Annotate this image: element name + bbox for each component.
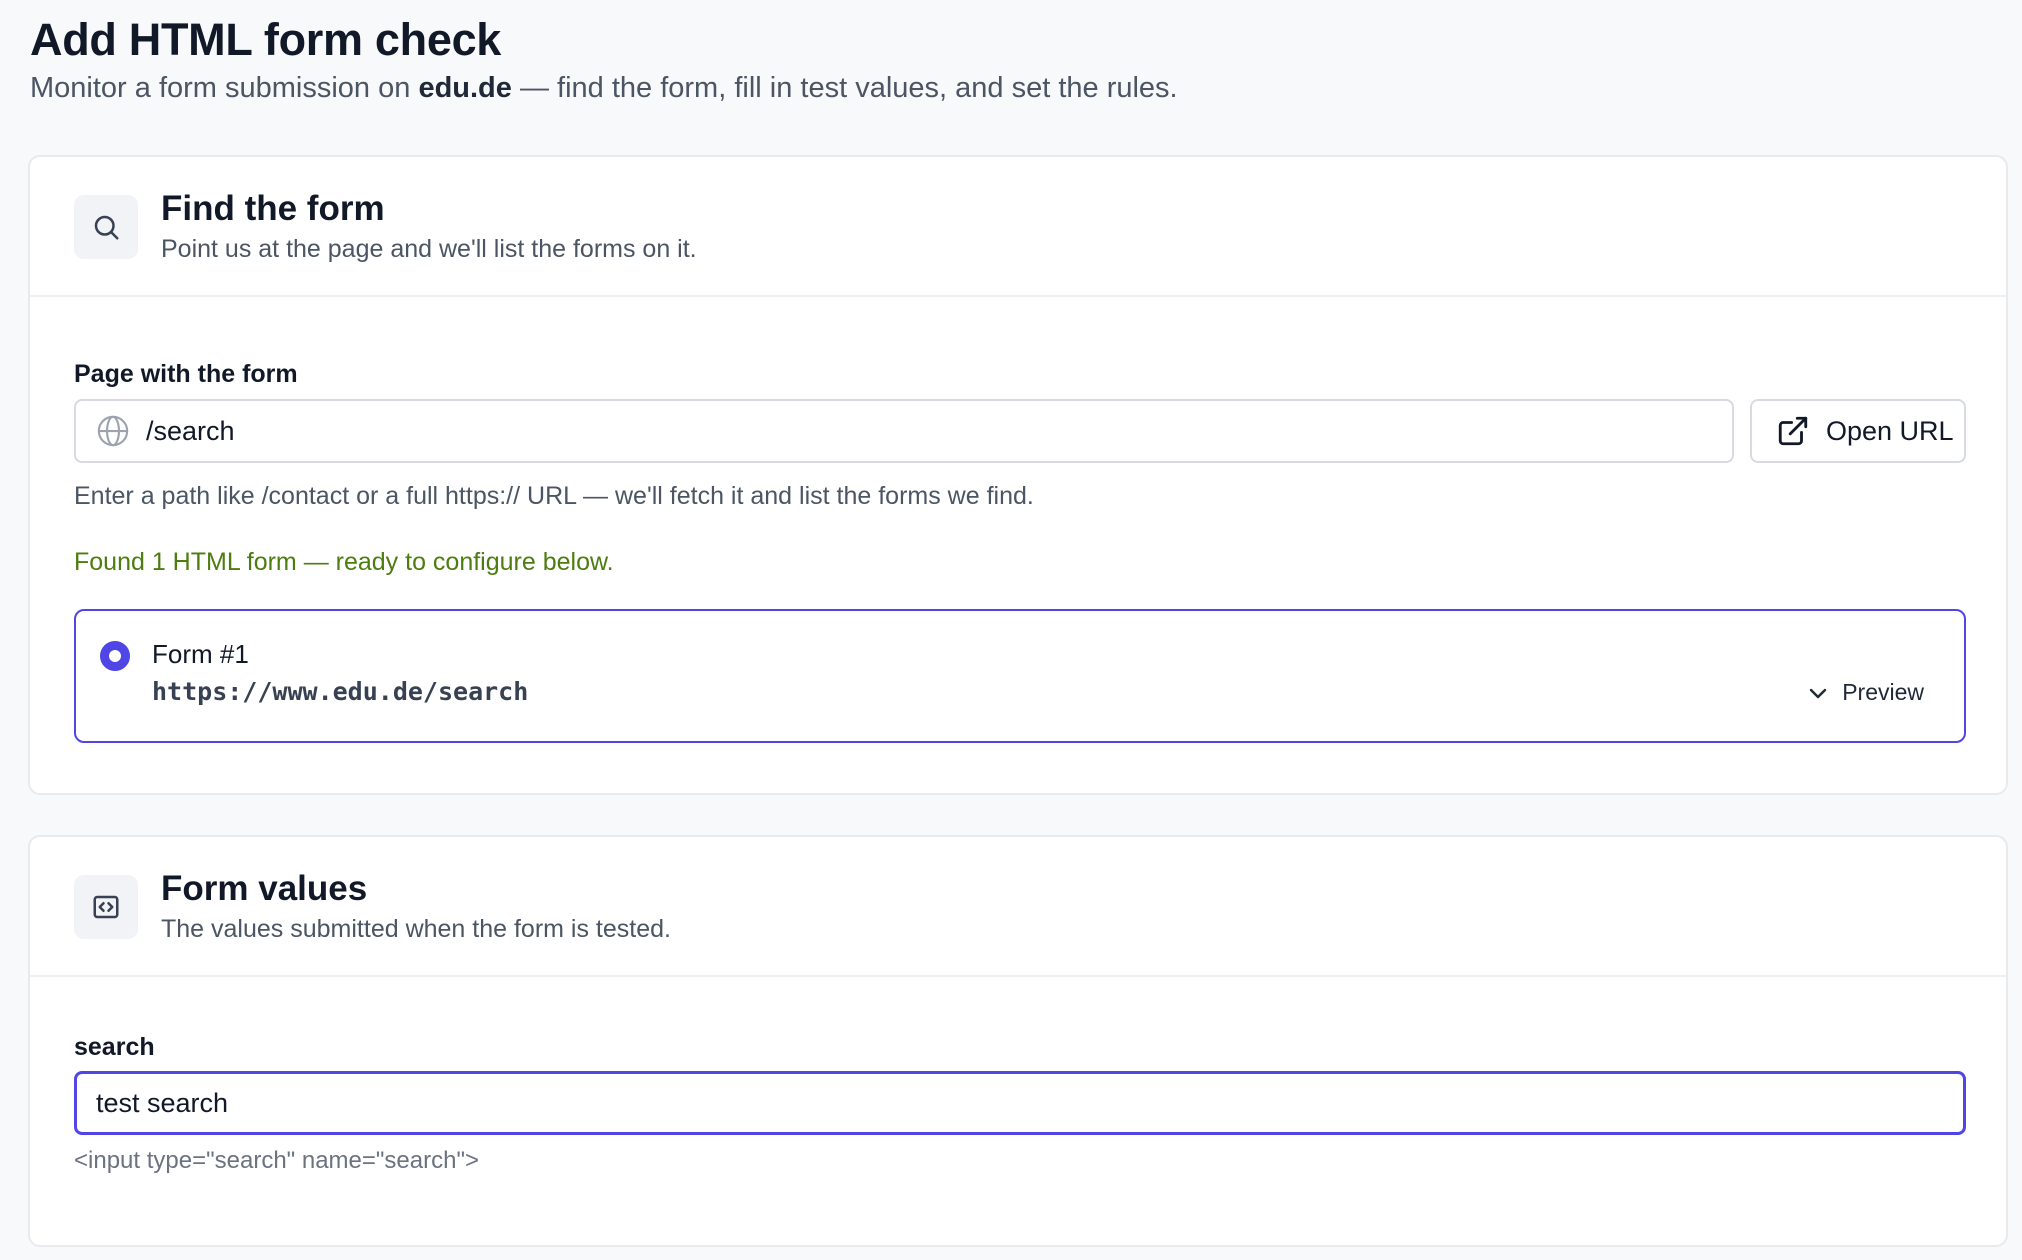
- page-url-label: Page with the form: [74, 360, 298, 388]
- find-form-card: Find the form Point us at the page and w…: [28, 155, 2008, 795]
- search-icon: [74, 195, 138, 259]
- search-field-label: search: [74, 1033, 155, 1061]
- find-form-description: Point us at the page and we'll list the …: [161, 235, 697, 263]
- search-value-field[interactable]: [74, 1071, 1966, 1135]
- find-form-title: Find the form: [161, 189, 385, 228]
- found-forms-status: Found 1 HTML form — ready to configure b…: [74, 548, 614, 576]
- external-link-icon: [1776, 414, 1810, 448]
- form-values-card: Form values The values submitted when th…: [28, 835, 2008, 1247]
- open-url-button[interactable]: Open URL: [1750, 399, 1966, 463]
- form-option-1[interactable]: Form #1 https://www.edu.de/search Previe…: [74, 609, 1966, 743]
- form-values-card-header: Form values The values submitted when th…: [30, 837, 2006, 977]
- subtitle-domain: edu.de: [418, 72, 512, 104]
- form-values-description: The values submitted when the form is te…: [161, 915, 671, 943]
- page-url-input[interactable]: [146, 403, 1706, 459]
- page-url-help: Enter a path like /contact or a full htt…: [74, 482, 1034, 510]
- subtitle-prefix: Monitor a form submission on: [30, 72, 419, 104]
- page: Add HTML form check Monitor a form submi…: [0, 0, 2022, 1260]
- open-url-label: Open URL: [1826, 415, 1954, 446]
- page-title: Add HTML form check: [30, 14, 502, 65]
- find-form-card-header: Find the form Point us at the page and w…: [30, 157, 2006, 297]
- chevron-down-icon: [1806, 681, 1830, 705]
- form-values-title: Form values: [161, 869, 368, 908]
- subtitle-suffix: — find the form, fill in test values, an…: [511, 72, 1178, 104]
- search-field-attributes: <input type="search" name="search">: [74, 1147, 479, 1174]
- form-option-url: https://www.edu.de/search: [152, 677, 529, 706]
- page-subtitle: Monitor a form submission on edu.de — fi…: [30, 72, 1178, 105]
- preview-label: Preview: [1842, 679, 1924, 705]
- search-value-input[interactable]: [96, 1075, 1936, 1131]
- code-icon: [74, 875, 138, 939]
- preview-toggle[interactable]: Preview: [1806, 679, 1924, 706]
- form-radio-selected[interactable]: [100, 641, 130, 671]
- page-url-field[interactable]: [74, 399, 1734, 463]
- globe-icon: [96, 414, 130, 448]
- form-option-name: Form #1: [152, 639, 249, 669]
